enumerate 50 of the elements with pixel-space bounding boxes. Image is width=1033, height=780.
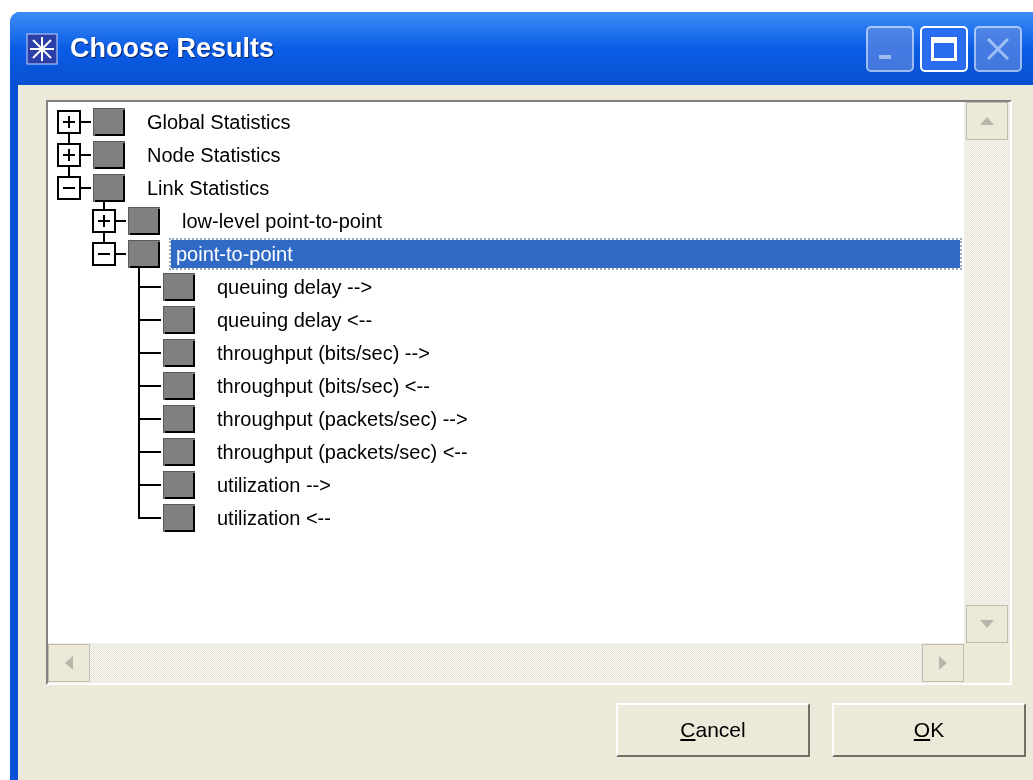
- close-icon: [987, 37, 1009, 60]
- collapse-icon[interactable]: [57, 175, 81, 200]
- expand-icon[interactable]: [92, 208, 116, 233]
- star-icon: [26, 32, 58, 65]
- dialog-button[interactable]: OK: [832, 703, 1026, 757]
- maximize-icon: [931, 36, 957, 61]
- tree-item[interactable]: queuing delay <--: [212, 305, 378, 334]
- statistic-icon: [162, 272, 195, 301]
- scrollbar-corner: [964, 643, 1010, 683]
- tree-item[interactable]: point-to-point: [171, 239, 960, 268]
- tree-item[interactable]: utilization <--: [212, 503, 336, 532]
- statistic-icon: [162, 338, 195, 367]
- tree-item[interactable]: utilization -->: [212, 470, 336, 499]
- tree-item[interactable]: throughput (bits/sec) <--: [212, 371, 435, 400]
- minimize-icon: [879, 54, 891, 59]
- expand-icon[interactable]: [57, 109, 81, 134]
- statistic-icon: [162, 371, 195, 400]
- vertical-scrollbar[interactable]: [964, 102, 1010, 643]
- statistic-icon: [127, 206, 160, 235]
- statistic-icon: [162, 470, 195, 499]
- scroll-up-button[interactable]: [966, 102, 1008, 140]
- collapse-icon[interactable]: [92, 241, 116, 266]
- tree-item[interactable]: throughput (packets/sec) -->: [212, 404, 473, 433]
- tree-item[interactable]: Link Statistics: [142, 173, 275, 202]
- tree-item[interactable]: Node Statistics: [142, 140, 286, 169]
- expand-icon[interactable]: [57, 142, 81, 167]
- tree-item[interactable]: Global Statistics: [142, 107, 296, 136]
- scroll-right-button[interactable]: [922, 644, 964, 682]
- horizontal-scrollbar[interactable]: [48, 643, 964, 683]
- tree-item[interactable]: low-level point-to-point: [177, 206, 388, 235]
- tree-item[interactable]: throughput (packets/sec) <--: [212, 437, 473, 466]
- up-arrow-icon: [980, 117, 994, 125]
- statistic-icon: [92, 173, 125, 202]
- tree-item[interactable]: queuing delay -->: [212, 272, 378, 301]
- window-title: Choose Results: [70, 32, 275, 66]
- statistic-icon: [162, 404, 195, 433]
- tree-item[interactable]: throughput (bits/sec) -->: [212, 338, 435, 367]
- statistic-icon: [92, 140, 125, 169]
- statistic-icon: [162, 437, 195, 466]
- maximize-button[interactable]: [920, 25, 968, 72]
- statistic-icon: [127, 239, 160, 268]
- left-arrow-icon: [65, 656, 73, 670]
- down-arrow-icon: [980, 620, 994, 628]
- scroll-left-button[interactable]: [48, 644, 90, 682]
- statistic-icon: [162, 305, 195, 334]
- dialog-button[interactable]: Cancel: [616, 703, 810, 757]
- right-arrow-icon: [939, 656, 947, 670]
- statistic-icon: [162, 503, 195, 532]
- scroll-down-button[interactable]: [966, 605, 1008, 643]
- statistic-icon: [92, 107, 125, 136]
